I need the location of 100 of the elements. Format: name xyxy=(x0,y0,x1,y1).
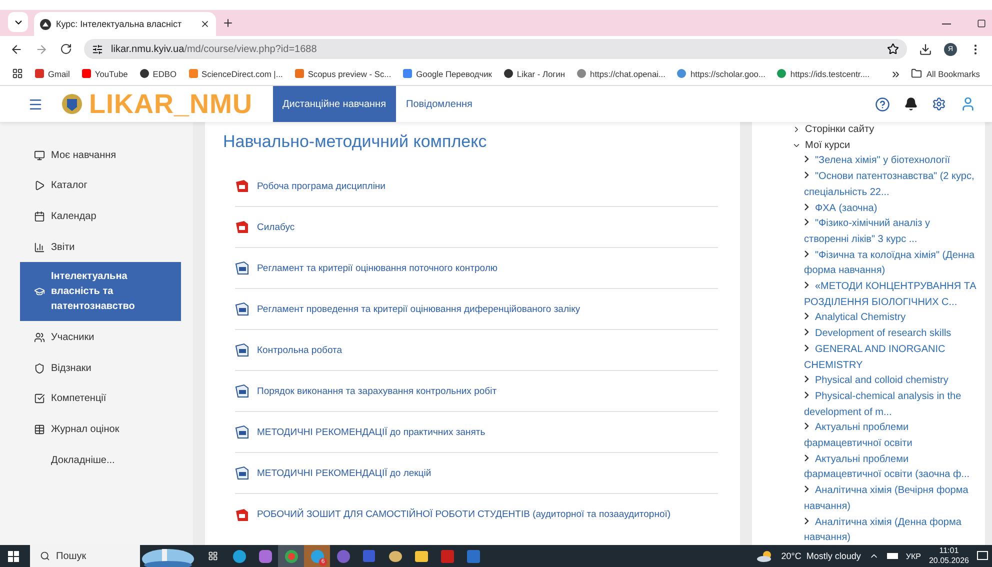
bookmark-favicon-icon xyxy=(82,69,91,78)
course-link[interactable]: Актуальні проблеми фармацевтичної освіти (заочна ф... xyxy=(792,452,977,484)
course-link[interactable]: "Основи патентознавства" (2 курс, спеціальність 22... xyxy=(792,169,977,201)
sidebar-item[interactable]: Каталог xyxy=(20,170,181,202)
crest-icon xyxy=(61,91,83,117)
sidebar-item-icon xyxy=(34,332,45,344)
apps-button[interactable] xyxy=(12,68,23,79)
word-file-icon xyxy=(235,466,249,480)
chevron-right-icon xyxy=(804,485,809,494)
bookmark-link[interactable]: Gmail xyxy=(35,68,70,78)
navigation-node[interactable]: Мої курси xyxy=(792,138,977,154)
bookmark-link[interactable]: Google Переводчик xyxy=(403,68,492,78)
sidebar-item[interactable]: Учасники xyxy=(20,322,181,353)
bookmark-link[interactable]: Likar - Логин xyxy=(504,68,566,78)
course-link[interactable]: Analytical Chemistry xyxy=(792,310,977,326)
settings-icon[interactable] xyxy=(932,97,946,111)
activity-link[interactable]: Робоча програма дисципліни xyxy=(235,166,718,207)
activity-link[interactable]: Регламент проведення та критерії оцінювання диференційованого заліку xyxy=(235,289,718,330)
browser-tab[interactable]: Курс: Інтелектуальна власніст xyxy=(34,12,216,36)
nav-tab[interactable]: Дистанційне навчання xyxy=(272,86,396,122)
site-icon xyxy=(40,18,51,30)
restore-icon xyxy=(977,18,986,28)
course-link[interactable]: ФХА (заочна) xyxy=(792,200,977,216)
navigation-node[interactable]: Сторінки сайту xyxy=(792,122,977,138)
help-icon[interactable] xyxy=(875,96,890,112)
apps-grid-icon xyxy=(12,68,23,79)
chevron-right-icon xyxy=(804,281,809,290)
bookmark-favicon-icon xyxy=(140,69,149,78)
sidebar-item[interactable]: Календар xyxy=(20,201,181,232)
sidebar-item[interactable]: Компетенції xyxy=(20,384,181,414)
pdf-file-icon xyxy=(235,508,249,522)
sidebar-item[interactable]: Моє навчання xyxy=(20,140,181,171)
activity-link[interactable]: Контрольна робота xyxy=(235,330,718,371)
course-link[interactable]: Physical and colloid chemistry xyxy=(792,373,977,389)
reload-button[interactable] xyxy=(60,43,72,55)
bookmark-favicon-icon xyxy=(403,69,412,78)
restore-button[interactable] xyxy=(977,18,986,28)
sidebar-item-icon xyxy=(34,424,45,435)
nav-tab[interactable]: Повідомлення xyxy=(396,86,482,122)
sidebar-item[interactable]: Інтелектуальна власність та патентознавство xyxy=(20,262,181,322)
task-view-glyph-icon xyxy=(208,551,218,561)
course-link[interactable]: "Фізико-хімічний аналіз у створенні ліків" 3 курс ... xyxy=(792,216,977,248)
plus-icon xyxy=(222,17,234,29)
bookmark-link[interactable]: Scopus preview - Sc... xyxy=(294,68,392,78)
notifications-icon[interactable] xyxy=(977,550,988,562)
sidebar-item[interactable]: Журнал оцінок xyxy=(20,414,181,445)
bookmark-favicon-icon xyxy=(777,69,786,78)
activity-link[interactable]: Силабус xyxy=(235,207,718,248)
sidebar-item[interactable]: Звіти xyxy=(20,232,181,262)
cloud-sun-icon xyxy=(757,550,774,562)
course-link[interactable]: "Фізична та колоїдна хімія" (Денна форма навчання) xyxy=(792,248,977,280)
course-link[interactable]: "Зелена хімія" у біотехнології xyxy=(792,153,977,170)
forward-button[interactable] xyxy=(35,42,48,56)
bell-icon xyxy=(904,97,918,111)
course-link[interactable]: Аналітична хімія (Денна форма навчання) xyxy=(792,514,977,545)
gear-icon xyxy=(932,97,946,111)
course-link[interactable]: Physical-chemical analysis in the development of m... xyxy=(792,388,977,420)
sidebar-item-icon xyxy=(34,180,45,192)
sidebar-item[interactable]: Докладніше... xyxy=(20,444,181,476)
user-icon[interactable] xyxy=(960,96,976,112)
sidebar-item-icon xyxy=(34,286,45,298)
course-link[interactable]: Development of research skills xyxy=(792,326,977,342)
bookmark-link[interactable]: EDBO xyxy=(140,68,177,78)
reload-icon xyxy=(60,43,72,55)
back-button[interactable] xyxy=(10,42,23,56)
person-icon xyxy=(960,96,976,112)
bookmark-link[interactable]: YouTube xyxy=(82,68,128,78)
sidebar-item[interactable]: Відзнаки xyxy=(20,352,181,384)
all-bookmarks-link[interactable]: All Bookmarks xyxy=(911,68,980,79)
bookmark-link[interactable]: ScienceDirect.com |... xyxy=(188,68,283,78)
close-icon[interactable] xyxy=(200,19,210,29)
sidebar-item-icon xyxy=(34,393,45,404)
activity-link[interactable]: Порядок виконання та зарахування контрольних робіт xyxy=(235,371,718,412)
bookmark-star-icon[interactable] xyxy=(887,43,899,55)
more-bookmarks-button[interactable]: » xyxy=(892,66,900,81)
clock[interactable]: 11:01 20.05.2026 xyxy=(928,545,969,567)
back-arrow-icon xyxy=(10,42,23,56)
new-tab-button[interactable] xyxy=(222,17,234,29)
activity-link[interactable]: Регламент та критерії оцінювання поточного контролю xyxy=(235,248,718,289)
course-link[interactable]: «МЕТОДИ КОНЦЕНТРУВАННЯ ТА РОЗДІЛЕННЯ БІОЛОГІЧНИХ С... xyxy=(792,279,977,310)
activity-link[interactable]: МЕТОДИЧНІ РЕКОМЕНДАЦІЇ до практичних занять xyxy=(235,412,718,453)
network-icon[interactable] xyxy=(886,552,898,560)
address-bar[interactable]: likar.nmu.kyiv.ua/md/course/view.php?id=1688 xyxy=(84,39,907,59)
language-indicator[interactable]: УКР xyxy=(906,552,921,560)
bookmark-link[interactable]: https://ids.testcentr.... xyxy=(777,68,870,78)
course-link[interactable]: GENERAL AND INORGANIC CHEMISTRY xyxy=(792,342,977,374)
taskbar-search-field[interactable]: Пошук xyxy=(30,545,140,567)
notification-bell-icon[interactable] xyxy=(904,97,918,111)
bookmark-link[interactable]: https://scholar.goo... xyxy=(677,68,766,78)
weather-text[interactable]: 20°C Mostly cloudy xyxy=(781,551,861,561)
download-button[interactable] xyxy=(919,42,932,56)
bookmark-favicon-icon xyxy=(294,69,304,78)
activity-link[interactable]: МЕТОДИЧНІ РЕКОМЕНДАЦІЇ до лекцій xyxy=(235,453,718,494)
sidebar-item-icon xyxy=(34,242,45,253)
course-link[interactable]: Актуальні проблеми фармацевтичної освіти xyxy=(792,420,977,452)
tab-list-button[interactable] xyxy=(8,12,28,32)
course-link[interactable]: Аналітична хімія (Вечірня форма навчання) xyxy=(792,483,977,515)
bookmark-link[interactable]: https://chat.openai... xyxy=(577,68,666,78)
activity-link[interactable]: РОБОЧИЙ ЗОШИТ ДЛЯ САМОСТІЙНОЇ РОБОТИ СТУДЕНТІВ (аудиторної та позааудиторної) xyxy=(235,494,718,535)
site-settings-icon[interactable] xyxy=(92,44,103,54)
